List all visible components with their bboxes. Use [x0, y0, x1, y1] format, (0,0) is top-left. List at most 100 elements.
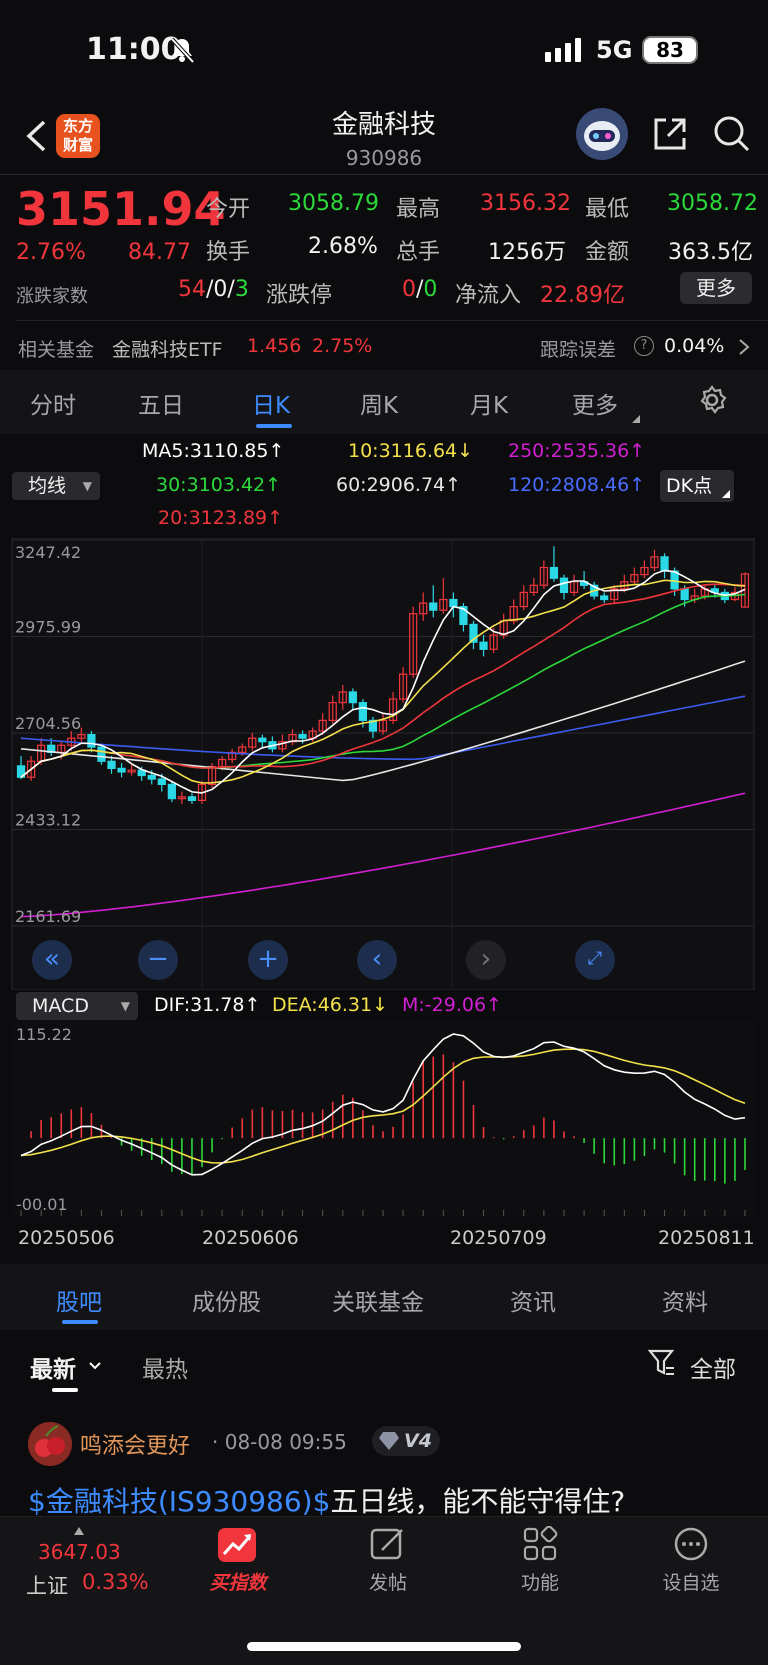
- buy-index-icon[interactable]: [218, 1528, 256, 1562]
- search-icon[interactable]: [712, 114, 752, 158]
- y-tick-label: 2433.12: [15, 811, 81, 830]
- candle-body: [559, 577, 569, 594]
- diamond-icon: [379, 1432, 399, 1450]
- legend-ma30: 30:3103.42↑: [156, 474, 282, 496]
- zoom-in-icon[interactable]: +: [248, 940, 288, 980]
- candle-body: [157, 778, 166, 785]
- y-tick-label: 3247.42: [15, 543, 81, 562]
- tracking-error-value: 0.04%: [664, 335, 725, 357]
- tab-weekly-k[interactable]: 周K: [360, 386, 398, 420]
- indicator-selector[interactable]: MACD ▼: [16, 992, 138, 1020]
- tab-intraday[interactable]: 分时: [30, 386, 76, 420]
- mute-bell-icon: [168, 36, 196, 68]
- post-content[interactable]: $金融科技(IS930986)$五日线，能不能守得住?: [28, 1480, 625, 1520]
- tab-five-day[interactable]: 五日: [138, 386, 184, 420]
- candle-body: [107, 760, 116, 769]
- dropdown-corner-icon: [722, 490, 730, 498]
- legend-ma5: MA5:3110.85↑: [142, 440, 285, 462]
- fund-name[interactable]: 金融科技ETF: [112, 335, 223, 362]
- sort-latest[interactable]: 最新: [30, 1350, 76, 1384]
- scroll-right-icon[interactable]: ›: [466, 940, 506, 980]
- active-tab-indicator: [256, 424, 292, 428]
- ma-selector[interactable]: 均线 ▼: [12, 472, 100, 500]
- post-label[interactable]: 发帖: [346, 1568, 430, 1595]
- tab-forum[interactable]: 股吧: [56, 1283, 102, 1317]
- scroll-left-fast-icon[interactable]: «: [32, 940, 72, 980]
- post-username[interactable]: 鸣添会更好: [80, 1428, 190, 1460]
- user-avatar[interactable]: [28, 1422, 72, 1466]
- tab-monthly-k[interactable]: 月K: [470, 386, 508, 420]
- date-tick: 20250606: [202, 1227, 299, 1249]
- add-watchlist-label[interactable]: 设自选: [649, 1568, 733, 1595]
- volume-label: 总手: [396, 240, 441, 265]
- legend-ma120: 120:2808.46↑: [508, 474, 646, 496]
- macd-svg: 115.22 -00.01: [12, 1020, 754, 1216]
- candle-body: [680, 588, 689, 601]
- compose-icon[interactable]: [370, 1526, 406, 1566]
- candle-body: [429, 602, 438, 611]
- amount-label: 金额: [585, 240, 630, 265]
- tab-profile[interactable]: 资料: [662, 1283, 708, 1317]
- buy-index-label[interactable]: 买指数: [196, 1568, 280, 1595]
- tab-related-funds[interactable]: 关联基金: [332, 1283, 424, 1317]
- functions-grid-icon[interactable]: [522, 1525, 558, 1566]
- settings-gear-icon[interactable]: [696, 384, 728, 420]
- sort-hot[interactable]: 最热: [142, 1350, 188, 1384]
- post-stock-link[interactable]: $金融科技(IS930986)$: [28, 1485, 330, 1518]
- fullscreen-icon[interactable]: ⤢: [575, 940, 615, 980]
- y-tick-label: 115.22: [16, 1025, 72, 1044]
- legend-ma250: 250:2535.36↑: [508, 440, 646, 462]
- filter-icon[interactable]: [647, 1348, 676, 1382]
- volume-value: 1256万: [488, 240, 566, 265]
- legend-ma60: 60:2906.74↑: [336, 474, 462, 496]
- candle-body: [449, 598, 458, 608]
- robot-assistant-icon[interactable]: [576, 108, 628, 160]
- tracking-error-label: 跟踪误差: [540, 339, 617, 361]
- kline-chart[interactable]: 3247.42 2975.99 2704.56 2433.12 2161.69: [0, 537, 768, 991]
- functions-label[interactable]: 功能: [498, 1568, 582, 1595]
- more-dots-icon[interactable]: [673, 1526, 709, 1566]
- dk-points-button[interactable]: DK点: [660, 470, 734, 502]
- quote-divider: [16, 320, 768, 321]
- home-indicator: [247, 1642, 521, 1651]
- tab-more-periods[interactable]: 更多: [572, 386, 618, 420]
- share-icon[interactable]: [652, 116, 688, 156]
- macd-chart[interactable]: 115.22 -00.01: [0, 1020, 768, 1216]
- tab-news[interactable]: 资讯: [510, 1283, 556, 1317]
- post-time: · 08-08 09:55: [212, 1430, 347, 1454]
- battery-level: 83: [656, 38, 684, 62]
- candle-body: [358, 702, 368, 721]
- app-root: 11:00 5G 83 东方 财富 金融科技 930986 3151.94 2.7…: [0, 0, 768, 1665]
- legend-dif: DIF:31.78↑: [154, 994, 261, 1016]
- active-tab-indicator: [62, 1320, 98, 1324]
- index-value[interactable]: 3647.03: [38, 1540, 121, 1564]
- help-icon[interactable]: ?: [634, 336, 654, 356]
- sort-indicator: [52, 1388, 78, 1392]
- change-percent: 2.76%: [16, 240, 86, 265]
- tab-daily-k[interactable]: 日K: [252, 386, 290, 420]
- filter-all[interactable]: 全部: [690, 1350, 736, 1384]
- open-value: 3058.79: [288, 191, 379, 216]
- chevron-right-icon[interactable]: [738, 338, 750, 360]
- scroll-left-icon[interactable]: ‹: [357, 940, 397, 980]
- more-stats-button[interactable]: 更多: [680, 272, 752, 304]
- fund-percent: 2.75%: [312, 335, 373, 357]
- index-name[interactable]: 上证: [26, 1570, 68, 1600]
- candle-body: [147, 774, 156, 780]
- candle-body: [479, 641, 488, 650]
- candle-body: [97, 746, 106, 762]
- index-percent[interactable]: 0.33%: [82, 1570, 149, 1594]
- caret-down-icon: ▼: [82, 479, 92, 493]
- header-divider: [0, 174, 768, 175]
- y-tick-label: 2161.69: [15, 907, 81, 926]
- caret-down-icon: ▼: [120, 999, 130, 1013]
- date-tick: 20250709: [450, 1227, 547, 1249]
- zoom-out-icon[interactable]: −: [138, 940, 178, 980]
- fund-label: 相关基金: [18, 339, 95, 361]
- amount-value: 363.5亿: [668, 240, 753, 265]
- kline-svg: 3247.42 2975.99 2704.56 2433.12 2161.69: [11, 537, 755, 991]
- tab-constituents[interactable]: 成份股: [192, 1283, 261, 1317]
- battery-icon: 83: [642, 36, 698, 64]
- candle-body: [258, 737, 267, 743]
- y-tick-label: 2704.56: [15, 714, 81, 733]
